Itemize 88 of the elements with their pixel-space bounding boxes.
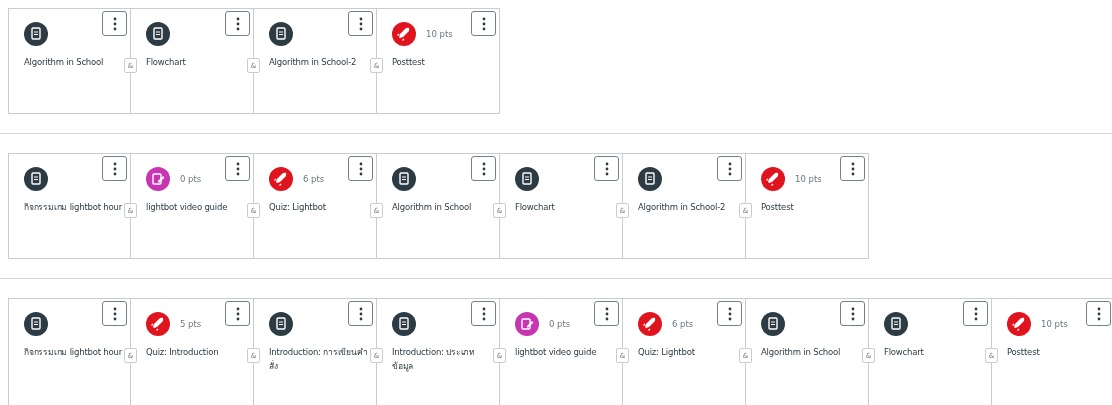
more-button[interactable] (471, 301, 496, 326)
more-button[interactable] (1086, 301, 1111, 326)
points-label: 6 pts (672, 319, 694, 329)
points-label: 6 pts (303, 174, 325, 184)
more-button[interactable] (102, 156, 127, 181)
document-icon (884, 312, 908, 336)
more-icon (235, 306, 240, 321)
more-icon (235, 16, 240, 31)
more-button[interactable] (102, 301, 127, 326)
more-icon (727, 306, 732, 321)
more-icon (358, 306, 363, 321)
document-icon (24, 312, 48, 336)
more-button[interactable] (840, 301, 865, 326)
more-button[interactable] (471, 11, 496, 36)
item-title: Introduction: ประเภทข้อมูล (392, 346, 477, 373)
more-button[interactable] (225, 11, 250, 36)
document-icon (515, 167, 539, 191)
document-icon (269, 22, 293, 46)
points-label: 5 pts (180, 319, 202, 329)
more-button[interactable] (102, 11, 127, 36)
more-icon (727, 161, 732, 176)
more-button[interactable] (348, 301, 373, 326)
more-icon (850, 306, 855, 321)
document-icon (269, 312, 293, 336)
item-title: Flowchart (884, 346, 925, 359)
more-button[interactable] (225, 156, 250, 181)
rocket-icon (269, 167, 293, 191)
document-icon (761, 312, 785, 336)
points-label: 10 pts (426, 29, 453, 39)
item-title: Algorithm in School (761, 346, 842, 359)
more-icon (112, 16, 117, 31)
pencil-document-icon (146, 167, 170, 191)
document-icon (392, 167, 416, 191)
more-button[interactable] (717, 156, 742, 181)
more-icon (973, 306, 978, 321)
more-icon (481, 161, 486, 176)
rocket-icon (1007, 312, 1031, 336)
more-button[interactable] (225, 301, 250, 326)
document-icon (392, 312, 416, 336)
more-button[interactable] (594, 156, 619, 181)
item-title: Posttest (392, 56, 426, 69)
more-icon (358, 161, 363, 176)
item-title: Flowchart (146, 56, 187, 69)
more-icon (1096, 306, 1101, 321)
points-label: 10 pts (1041, 319, 1068, 329)
more-button[interactable] (348, 11, 373, 36)
item-title: lightbot video guide (515, 346, 598, 359)
more-icon (481, 306, 486, 321)
item-title: Algorithm in School (24, 56, 105, 69)
item-title: Flowchart (515, 201, 556, 214)
more-button[interactable] (840, 156, 865, 181)
item-title: Introduction: การเขียนคำสั่ง (269, 346, 369, 373)
document-icon (24, 167, 48, 191)
item-title: Quiz: Lightbot (638, 346, 696, 359)
item-title: Algorithm in School-2 (269, 56, 358, 69)
item-title: Posttest (1007, 346, 1041, 359)
points-label: 10 pts (795, 174, 822, 184)
item-title: lightbot video guide (146, 201, 229, 214)
points-label: 0 pts (549, 319, 571, 329)
more-icon (112, 161, 117, 176)
more-icon (235, 161, 240, 176)
item-title: Quiz: Lightbot (269, 201, 327, 214)
item-title: Quiz: Introduction (146, 346, 220, 359)
more-button[interactable] (963, 301, 988, 326)
item-title: กิจกรรมเกม lightbot hour (24, 201, 124, 214)
more-button[interactable] (717, 301, 742, 326)
more-icon (604, 161, 609, 176)
more-icon (604, 306, 609, 321)
item-title: Algorithm in School-2 (638, 201, 727, 214)
rocket-icon (146, 312, 170, 336)
more-button[interactable] (594, 301, 619, 326)
more-button[interactable] (471, 156, 496, 181)
item-title: Algorithm in School (392, 201, 473, 214)
rocket-icon (761, 167, 785, 191)
item-title: Posttest (761, 201, 795, 214)
more-icon (112, 306, 117, 321)
document-icon (638, 167, 662, 191)
rocket-icon (638, 312, 662, 336)
more-button[interactable] (348, 156, 373, 181)
document-icon (24, 22, 48, 46)
pencil-document-icon (515, 312, 539, 336)
more-icon (850, 161, 855, 176)
more-icon (481, 16, 486, 31)
document-icon (146, 22, 170, 46)
more-icon (358, 16, 363, 31)
item-title: กิจกรรมเกม lightbot hour (24, 346, 124, 359)
points-label: 0 pts (180, 174, 202, 184)
rocket-icon (392, 22, 416, 46)
